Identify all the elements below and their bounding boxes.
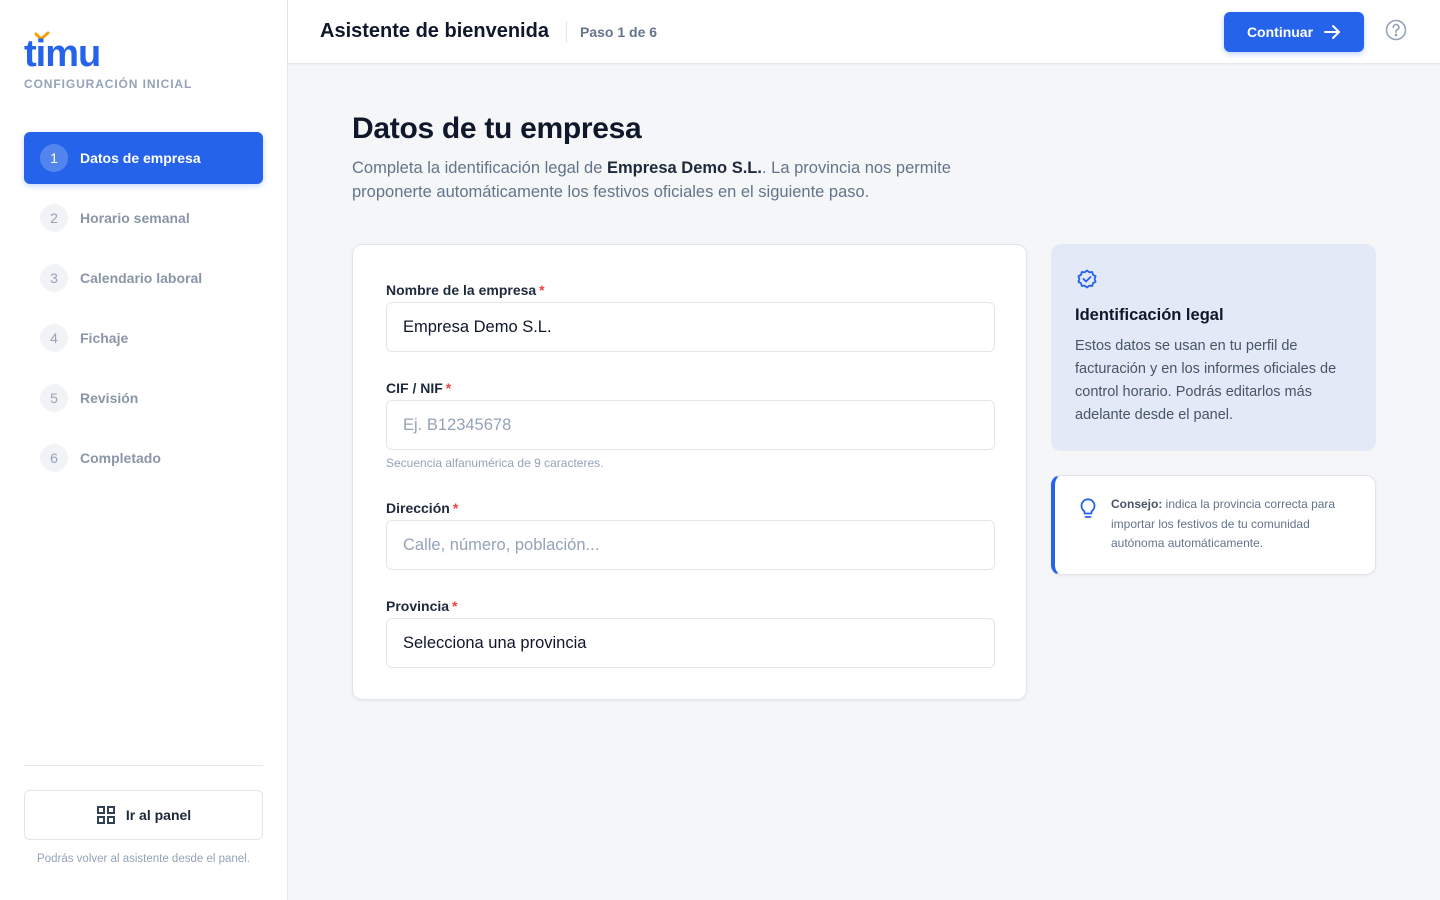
grid-icon <box>96 806 115 824</box>
desc-prefix: Completa la identificación legal de <box>352 159 607 177</box>
continue-label: Continuar <box>1246 24 1314 40</box>
step-datos-empresa[interactable]: 1 Datos de empresa <box>24 132 263 184</box>
step-label: Horario semanal <box>80 210 190 226</box>
svg-text:timu: timu <box>24 33 100 70</box>
wizard-title: Asistente de bienvenida <box>320 20 549 42</box>
legal-info-card: Identificación legal Estos datos se usan… <box>1051 244 1376 451</box>
step-calendario-laboral[interactable]: 3 Calendario laboral <box>24 252 263 304</box>
company-name-input[interactable]: Empresa Demo S.L. <box>386 302 995 352</box>
info-title: Identificación legal <box>1075 306 1224 324</box>
step-label: Completado <box>80 450 161 466</box>
step-number: 3 <box>40 264 68 292</box>
step-label: Revisión <box>80 390 139 406</box>
cif-input[interactable]: Ej. B12345678 <box>386 400 995 450</box>
page-title: Datos de tu empresa <box>352 112 642 145</box>
step-label: Fichaje <box>80 330 129 346</box>
company-form: Nombre de la empresa * Empresa Demo S.L. … <box>352 244 1027 700</box>
timu-logo: timu <box>24 31 101 70</box>
step-number: 2 <box>40 204 68 232</box>
arrow-right-icon <box>1324 25 1341 39</box>
top-bar: Asistente de bienvenida Paso 1 de 6 Cont… <box>288 0 1440 64</box>
help-icon[interactable] <box>1384 18 1408 42</box>
step-number: 6 <box>40 444 68 472</box>
info-text: Estos datos se usan en tu perfil de fact… <box>1075 338 1337 423</box>
step-number: 4 <box>40 324 68 352</box>
tip-text: Consejo: indica la provincia correcta pa… <box>1111 495 1361 554</box>
company-name-highlight: Empresa Demo S.L. <box>607 159 762 177</box>
province-select[interactable]: Selecciona una provincia <box>386 618 995 668</box>
step-completado[interactable]: 6 Completado <box>24 432 263 484</box>
step-label: Datos de empresa <box>80 150 201 166</box>
step-number: 1 <box>40 144 68 172</box>
tip-label: Consejo: <box>1111 497 1163 511</box>
address-input[interactable]: Calle, número, población... <box>386 520 995 570</box>
page-description: Completa la identificación legal de Empr… <box>352 156 992 204</box>
step-revision[interactable]: 5 Revisión <box>24 372 263 424</box>
step-indicator: Paso 1 de 6 <box>580 24 658 40</box>
step-number: 5 <box>40 384 68 412</box>
company-name-label: Nombre de la empresa * <box>386 282 545 298</box>
go-to-panel-label: Ir al panel <box>125 807 192 823</box>
verified-badge-icon <box>1077 269 1097 289</box>
sidebar-divider <box>24 765 263 766</box>
tip-card: Consejo: indica la provincia correcta pa… <box>1051 475 1376 575</box>
cif-hint: Secuencia alfanumérica de 9 caracteres. <box>386 456 604 470</box>
sidebar-note: Podrás volver al asistente desde el pane… <box>37 853 250 865</box>
lightbulb-icon <box>1080 498 1096 518</box>
cif-label: CIF / NIF * <box>386 380 452 396</box>
title-separator <box>566 21 567 43</box>
step-label: Calendario laboral <box>80 270 203 286</box>
address-label: Dirección * <box>386 500 459 516</box>
province-label: Provincia * <box>386 598 458 614</box>
sidebar: timu CONFIGURACIÓN INICIAL 1 Datos de em… <box>0 0 288 900</box>
continue-button[interactable]: Continuar <box>1224 12 1364 52</box>
step-fichaje[interactable]: 4 Fichaje <box>24 312 263 364</box>
wizard-steps: 1 Datos de empresa 2 Horario semanal 3 C… <box>24 132 263 492</box>
go-to-panel-button[interactable]: Ir al panel <box>24 790 263 840</box>
step-horario-semanal[interactable]: 2 Horario semanal <box>24 192 263 244</box>
brand-subtitle: CONFIGURACIÓN INICIAL <box>24 77 193 91</box>
